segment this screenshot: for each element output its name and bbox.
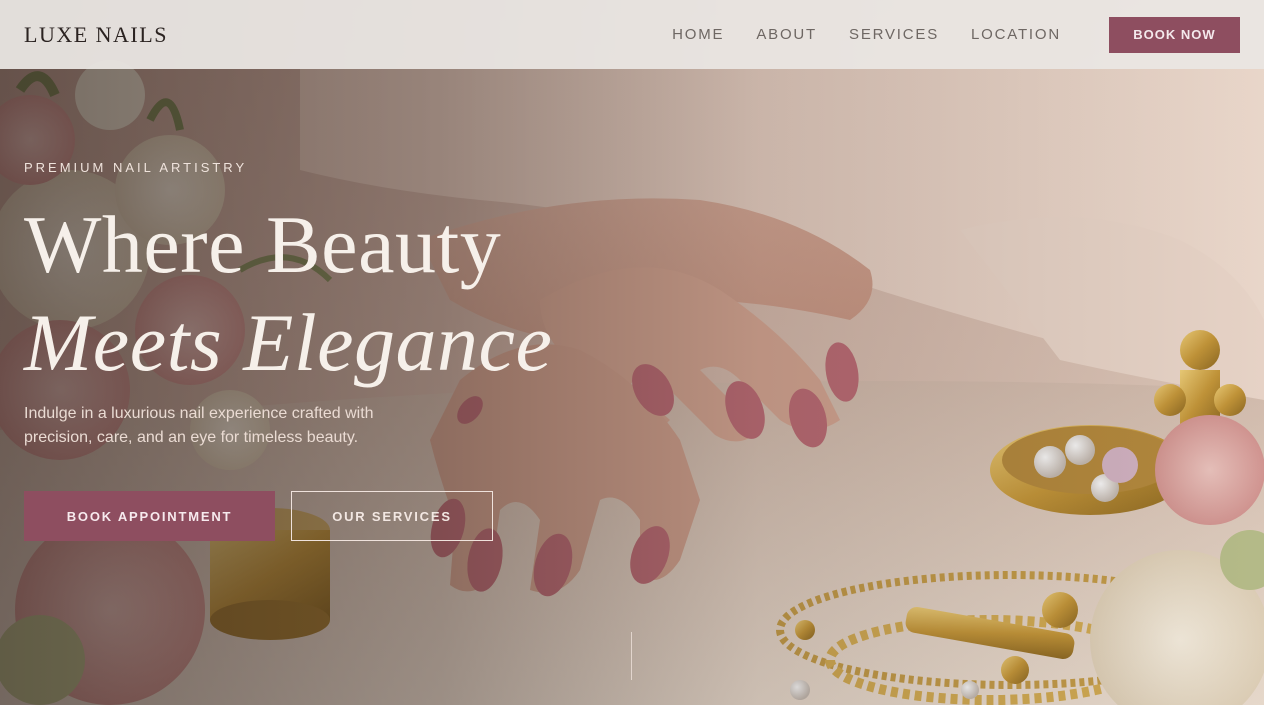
scroll-indicator-line bbox=[631, 632, 632, 680]
our-services-button[interactable]: OUR SERVICES bbox=[291, 491, 493, 541]
brand-logo[interactable]: LUXE NAILS bbox=[24, 22, 168, 48]
landing-page: LUXE NAILS HOME ABOUT SERVICES LOCATION … bbox=[0, 0, 1264, 705]
nav-location[interactable]: LOCATION bbox=[971, 26, 1061, 43]
book-now-button[interactable]: BOOK NOW bbox=[1109, 16, 1240, 53]
hero-headline: Where Beauty Meets Elegance bbox=[24, 196, 584, 392]
book-appointment-button[interactable]: BOOK APPOINTMENT bbox=[24, 491, 275, 541]
main-nav: HOME ABOUT SERVICES LOCATION bbox=[672, 0, 1061, 69]
hero-subtext: Indulge in a luxurious nail experience c… bbox=[24, 405, 374, 446]
nav-home[interactable]: HOME bbox=[672, 26, 724, 43]
hero-cta-group: BOOK APPOINTMENT OUR SERVICES bbox=[24, 491, 584, 541]
headline-line-1: Where Beauty bbox=[24, 199, 502, 290]
headline-line-2: Meets Elegance bbox=[24, 297, 553, 388]
hero-section: PREMIUM NAIL ARTISTRY Where Beauty Meets… bbox=[24, 158, 584, 541]
site-header: LUXE NAILS HOME ABOUT SERVICES LOCATION … bbox=[0, 0, 1264, 69]
nav-services[interactable]: SERVICES bbox=[849, 26, 939, 43]
hero-eyebrow: PREMIUM NAIL ARTISTRY bbox=[24, 160, 248, 175]
nav-about[interactable]: ABOUT bbox=[756, 26, 817, 43]
